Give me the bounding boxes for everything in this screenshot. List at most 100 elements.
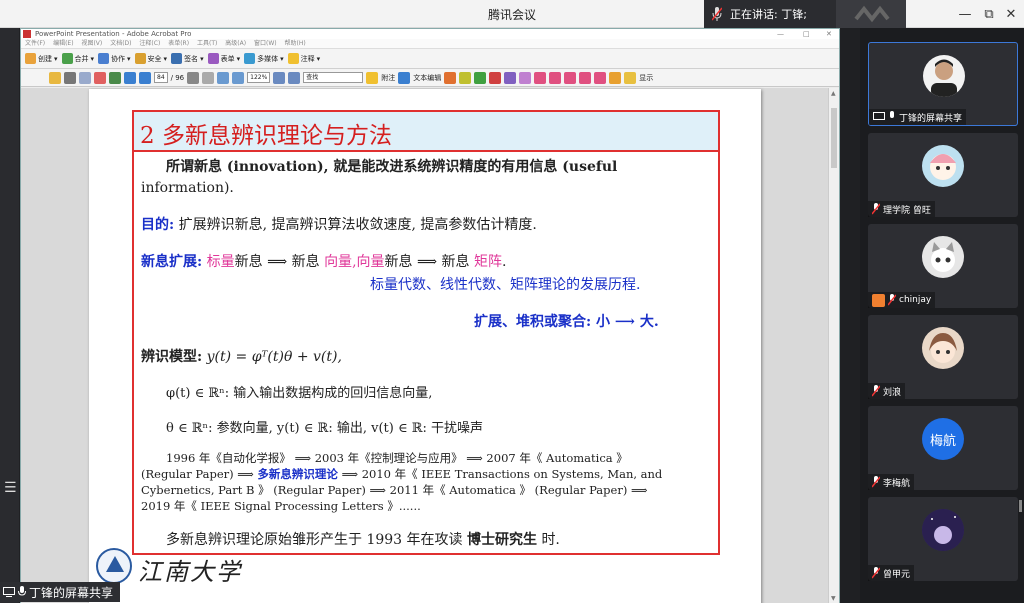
acrobat-titlebar: PowerPoint Presentation - Adobe Acrobat … <box>21 29 839 39</box>
strike-icon[interactable] <box>489 71 502 84</box>
avatar <box>923 55 965 97</box>
ext-arrow1: 新息 ⟹ 新息 <box>234 254 320 270</box>
open-icon[interactable] <box>49 71 61 84</box>
menu-tools[interactable]: 工具(T) <box>197 40 217 47</box>
select-icon[interactable] <box>187 71 200 84</box>
find-input[interactable]: 查找 <box>303 72 364 83</box>
screen-share-label: 丁锋的屏幕共享 <box>0 582 120 602</box>
signal-icon <box>854 5 890 23</box>
participant-tile[interactable]: 梅航 李梅航 <box>868 406 1018 490</box>
fit-width-icon[interactable] <box>288 71 301 84</box>
zoom-input[interactable]: 122% <box>247 72 271 83</box>
merge-button[interactable]: 合并 ▾ <box>61 53 94 64</box>
fit-page-icon[interactable] <box>273 71 286 84</box>
menu-file[interactable]: 文件(F) <box>25 40 45 47</box>
origin-c: 时. <box>541 532 560 548</box>
arrow-icon[interactable] <box>549 71 562 84</box>
text-edit-label[interactable]: 文本编辑 <box>413 73 441 83</box>
cartoon-avatar-icon <box>930 154 956 180</box>
vertical-scrollbar[interactable]: ▲ ▼ <box>828 88 839 603</box>
print-icon[interactable] <box>64 71 76 84</box>
scroll-up-icon[interactable]: ▲ <box>831 90 836 97</box>
show-label[interactable]: 显示 <box>639 73 653 83</box>
stop-icon[interactable] <box>94 71 106 84</box>
participant-tile[interactable]: 曾甲元 <box>868 497 1018 581</box>
note-icon[interactable] <box>366 71 379 84</box>
acrobat-close-button[interactable]: ✕ <box>826 29 832 39</box>
sign-button[interactable]: 签名 ▾ <box>171 53 204 64</box>
menu-help[interactable]: 帮助(H) <box>285 40 306 47</box>
show-icon[interactable] <box>624 71 637 84</box>
scroll-down-icon[interactable]: ▼ <box>831 595 836 602</box>
underline-icon[interactable] <box>474 71 487 84</box>
mic-icon <box>890 111 894 118</box>
ext-label: 新息扩展: <box>141 254 203 270</box>
secure-button[interactable]: 安全 ▾ <box>134 53 167 64</box>
highlight-icon[interactable] <box>459 71 472 84</box>
close-button[interactable]: ✕ <box>996 0 1024 28</box>
screen-share-text: 丁锋的屏幕共享 <box>29 585 114 600</box>
page-down-icon[interactable] <box>139 71 151 84</box>
multimedia-button[interactable]: 多媒体 ▾ <box>244 53 284 64</box>
create-button[interactable]: 创建 ▾ <box>25 53 58 64</box>
circle-icon[interactable] <box>594 71 607 84</box>
rectangle-icon[interactable] <box>579 71 592 84</box>
mic-off-icon <box>872 476 880 488</box>
avatar: 梅航 <box>922 418 964 460</box>
zoom-out-icon[interactable] <box>217 71 230 84</box>
scroll-thumb[interactable] <box>831 108 837 168</box>
origin-line: 多新息辨识理论原始雏形产生于 1993 年在攻读 博士研究生 时. <box>166 529 560 549</box>
line-icon[interactable] <box>564 71 577 84</box>
participant-name: 李梅航 <box>883 478 911 489</box>
callout-icon[interactable] <box>519 71 532 84</box>
acrobat-maximize-button[interactable]: □ <box>803 29 810 39</box>
history-line2-a: (Regular Paper) ⟹ <box>141 467 254 481</box>
form-icon <box>207 53 219 64</box>
email-icon[interactable] <box>79 71 91 84</box>
meeting-window: 腾讯会议 正在讲话: 丁锋; — ⧉ ✕ ☰ PowerPoint Presen… <box>0 0 1024 603</box>
ext-scale: 扩展、堆积或聚合: 小 ⟶ 大. <box>474 314 659 330</box>
menu-comments[interactable]: 注释(C) <box>139 40 160 47</box>
menu-edit[interactable]: 编辑(E) <box>53 40 73 47</box>
page-number-input[interactable]: 84 <box>154 72 168 83</box>
history-line3: Cybernetics, Part B 》 (Regular Paper) ⟹ … <box>141 483 648 497</box>
note-label[interactable]: 附注 <box>381 73 395 83</box>
zoom-in-icon[interactable] <box>232 71 245 84</box>
hand-icon[interactable] <box>202 71 215 84</box>
mic-icon <box>18 586 26 596</box>
page-up-icon[interactable] <box>124 71 136 84</box>
avatar <box>922 327 964 369</box>
stamp-icon[interactable] <box>444 71 457 84</box>
participant-tile[interactable]: 理学院 曾旺 <box>868 133 1018 217</box>
forms-button[interactable]: 表单 ▾ <box>207 53 240 64</box>
participant-tile[interactable]: 刘浪 <box>868 315 1018 399</box>
comment-button[interactable]: 注释 ▾ <box>287 53 320 64</box>
menu-forms[interactable]: 表单(R) <box>168 40 189 47</box>
acrobat-minimize-button[interactable]: — <box>777 29 784 39</box>
menu-document[interactable]: 文档(D) <box>110 40 131 47</box>
text-edit-icon[interactable] <box>398 71 411 84</box>
history-line2-c: ⟹ 2010 年《 IEEE Transactions on Systems, … <box>341 467 663 481</box>
collaborate-button[interactable]: 协作 ▾ <box>98 53 131 64</box>
participant-tile[interactable]: 丁锋的屏幕共享 <box>868 42 1018 126</box>
oval-icon[interactable] <box>534 71 547 84</box>
menu-view[interactable]: 视图(V) <box>81 40 102 47</box>
mic-off-icon <box>888 294 896 306</box>
panel-scroll-indicator[interactable] <box>1019 500 1022 512</box>
speaking-panel-expand[interactable] <box>836 0 906 28</box>
collaborate-label: 协作 <box>111 54 126 63</box>
attach-icon[interactable] <box>504 71 517 84</box>
forms-label: 表单 <box>220 54 235 63</box>
menu-window[interactable]: 窗口(W) <box>254 40 277 47</box>
menu-advanced[interactable]: 高级(A) <box>225 40 246 47</box>
merge-icon <box>61 53 73 64</box>
history-line2-mi: 多新息辨识理论 <box>257 467 338 481</box>
pencil-icon[interactable] <box>609 71 622 84</box>
screen-share-icon <box>873 112 885 120</box>
page-total: / 96 <box>170 73 185 82</box>
university-name: 江南大学 <box>138 558 242 586</box>
ext-vector1: 向量 <box>324 254 353 270</box>
participant-tile[interactable]: chinjay <box>868 224 1018 308</box>
mic-off-icon <box>872 567 880 579</box>
globe-icon[interactable] <box>109 71 121 84</box>
